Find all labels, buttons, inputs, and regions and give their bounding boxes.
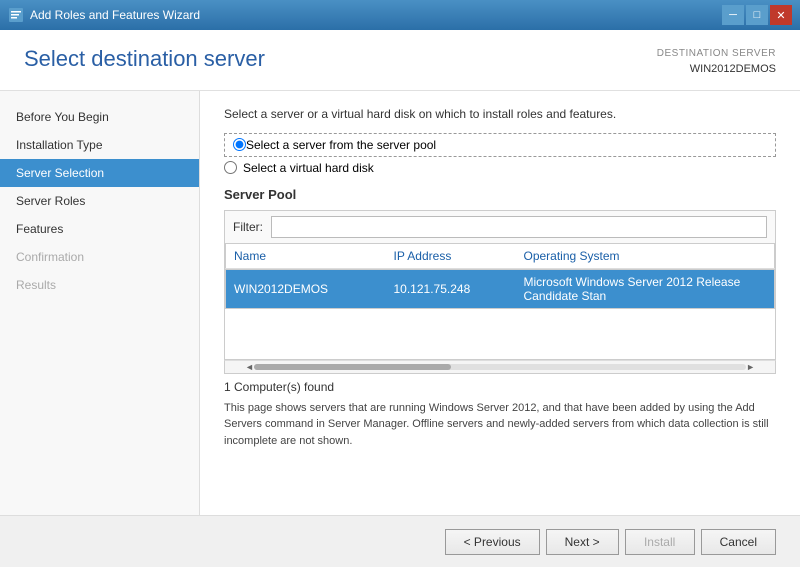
wizard-sidebar: Before You Begin Installation Type Serve… [0,91,200,516]
destination-label: DESTINATION SERVER [657,46,776,61]
radio-vhd[interactable] [224,161,237,174]
server-rows-table: WIN2012DEMOS 10.121.75.248 Microsoft Win… [225,269,775,309]
sidebar-item-confirmation: Confirmation [0,243,199,271]
col-ip: IP Address [386,243,516,268]
filter-row: Filter: [224,210,776,243]
description-text: This page shows servers that are running… [224,400,776,450]
radio-server-option-box: Select a server from the server pool [224,133,776,157]
filter-label: Filter: [233,220,263,234]
wizard-body: Before You Begin Installation Type Serve… [0,91,800,516]
server-pool-title: Server Pool [224,187,776,202]
col-name: Name [226,243,386,268]
server-pool-section: Server Pool Filter: Name IP Address Oper… [224,187,776,374]
col-os: Operating System [516,243,775,268]
wizard-footer: < Previous Next > Install Cancel [0,515,800,567]
maximize-button[interactable]: □ [746,5,768,25]
wizard-main: Select a server or a virtual hard disk o… [200,91,800,516]
radio-vhd-label[interactable]: Select a virtual hard disk [243,161,374,175]
server-table-wrapper: Name IP Address Operating System WIN2012… [224,243,776,360]
scroll-thumb [254,364,451,370]
next-button[interactable]: Next > [546,529,619,555]
sidebar-item-results: Results [0,271,199,299]
server-table: Name IP Address Operating System [225,243,775,269]
radio-vhd-option: Select a virtual hard disk [224,161,776,175]
cell-os: Microsoft Windows Server 2012 Release Ca… [516,269,775,308]
destination-server-info: DESTINATION SERVER WIN2012DEMOS [657,46,776,78]
sidebar-item-server-selection[interactable]: Server Selection [0,159,199,187]
title-bar: Add Roles and Features Wizard ─ □ ✕ [0,0,800,30]
close-button[interactable]: ✕ [770,5,792,25]
table-row[interactable]: WIN2012DEMOS 10.121.75.248 Microsoft Win… [226,269,775,308]
radio-server-label[interactable]: Select a server from the server pool [246,138,436,152]
minimize-button[interactable]: ─ [722,5,744,25]
cancel-button[interactable]: Cancel [701,529,776,555]
title-bar-title: Add Roles and Features Wizard [30,8,200,22]
cell-name: WIN2012DEMOS [226,269,386,308]
radio-group: Select a server from the server pool Sel… [224,133,776,175]
wizard-container: Select destination server DESTINATION SE… [0,30,800,567]
scroll-indicator: ◄ ► [224,360,776,374]
sidebar-item-installation-type[interactable]: Installation Type [0,131,199,159]
wizard-header: Select destination server DESTINATION SE… [0,30,800,91]
instruction-text: Select a server or a virtual hard disk o… [224,107,776,121]
previous-button[interactable]: < Previous [445,529,540,555]
scroll-left-arrow[interactable]: ◄ [245,362,254,372]
page-title: Select destination server [24,46,265,72]
sidebar-item-features[interactable]: Features [0,215,199,243]
server-table-body: WIN2012DEMOS 10.121.75.248 Microsoft Win… [225,269,775,359]
wizard-icon [8,7,24,23]
scroll-track[interactable] [254,364,746,370]
radio-server-pool[interactable] [233,138,246,151]
destination-value: WIN2012DEMOS [657,61,776,78]
sidebar-item-before-you-begin[interactable]: Before You Begin [0,103,199,131]
sidebar-item-server-roles[interactable]: Server Roles [0,187,199,215]
computers-found: 1 Computer(s) found [224,380,776,394]
install-button[interactable]: Install [625,529,695,555]
window-controls: ─ □ ✕ [722,5,792,25]
filter-input[interactable] [271,216,767,238]
scroll-right-arrow[interactable]: ► [746,362,755,372]
cell-ip: 10.121.75.248 [386,269,516,308]
